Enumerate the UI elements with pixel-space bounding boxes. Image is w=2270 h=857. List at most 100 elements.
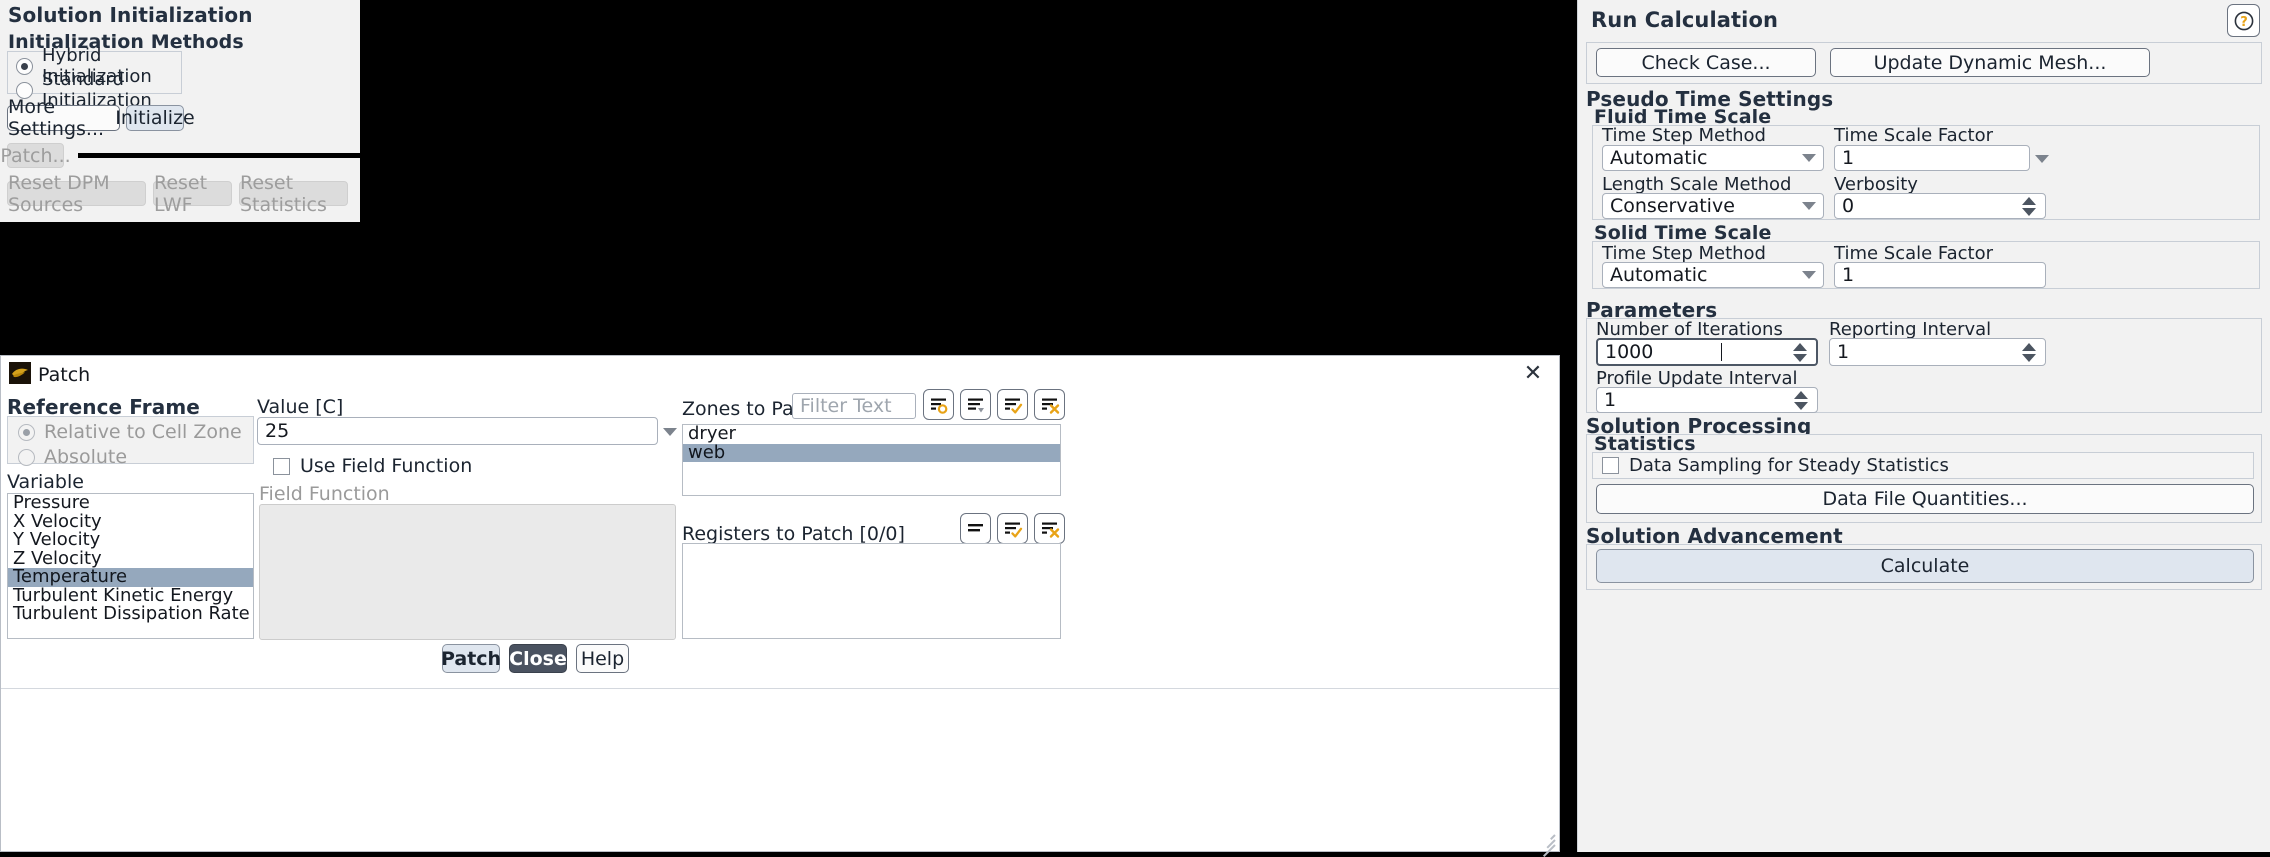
- number-of-iterations-input[interactable]: 1000: [1596, 338, 1818, 366]
- verbosity-value: 0: [1842, 195, 1855, 217]
- chevron-down-icon[interactable]: [2035, 155, 2049, 163]
- solid-time-scale-factor-label: Time Scale Factor: [1834, 243, 1994, 264]
- zones-filter-input[interactable]: Filter Text: [792, 393, 916, 419]
- list-filter-glyph: [930, 398, 947, 414]
- panel-divider: [78, 153, 360, 158]
- list-item[interactable]: Y Velocity: [8, 530, 253, 550]
- radio-button-icon: [18, 423, 35, 441]
- initialize-button[interactable]: Initialize: [115, 105, 195, 131]
- reporting-interval-input[interactable]: 1: [1829, 338, 2046, 366]
- list-item[interactable]: Temperature: [8, 567, 253, 587]
- iterations-value: 1000: [1605, 341, 1654, 363]
- patch-action-button[interactable]: Patch: [441, 644, 501, 673]
- zones-to-patch-listbox[interactable]: dryer web: [682, 424, 1061, 496]
- chevron-down-icon[interactable]: [663, 428, 677, 436]
- verbosity-input[interactable]: 0: [1834, 193, 2046, 219]
- deselect-all-icon[interactable]: [1034, 513, 1065, 544]
- close-icon[interactable]: ✕: [1519, 359, 1547, 387]
- field-function-label: Field Function: [259, 483, 390, 505]
- variable-label: Variable: [7, 471, 84, 493]
- patch-dialog-title: Patch: [38, 364, 91, 386]
- fluid-time-scale-factor-label: Time Scale Factor: [1834, 125, 1994, 146]
- radio-button-icon: [18, 448, 35, 466]
- patch-dialog: Patch ✕ Reference Frame Relative to Cell…: [0, 355, 1560, 857]
- deselect-all-glyph: [1041, 522, 1059, 538]
- registers-to-patch-label: Registers to Patch [0/0]: [682, 523, 905, 545]
- fluid-time-scale-factor-input[interactable]: 1: [1834, 145, 2030, 171]
- reference-frame-groupbox: Relative to Cell Zone Absolute: [7, 416, 254, 468]
- list-item[interactable]: Turbulent Dissipation Rate: [8, 604, 253, 624]
- length-scale-method-dropdown[interactable]: Conservative: [1602, 193, 1824, 219]
- list-item[interactable]: Pressure: [8, 494, 253, 513]
- close-button[interactable]: Close: [509, 644, 567, 673]
- list-filter-icon[interactable]: [923, 389, 954, 420]
- check-case-button[interactable]: Check Case...: [1596, 48, 1816, 77]
- use-field-function-label: Use Field Function: [300, 455, 473, 477]
- deselect-all-icon[interactable]: [1034, 389, 1065, 420]
- solution-initialization-title: Solution Initialization: [8, 3, 253, 27]
- dropdown-value: Conservative: [1610, 195, 1735, 217]
- fluent-hand-icon: [12, 368, 28, 378]
- registers-to-patch-listbox[interactable]: [682, 543, 1061, 639]
- profile-update-value: 1: [1604, 389, 1617, 411]
- data-file-quantities-button[interactable]: Data File Quantities...: [1596, 484, 2254, 514]
- spinner-icon[interactable]: [2022, 196, 2038, 216]
- reset-dpm-sources-button[interactable]: Reset DPM Sources: [7, 172, 146, 216]
- help-button[interactable]: Help: [576, 644, 629, 673]
- resize-grip[interactable]: [1535, 827, 1557, 857]
- profile-update-interval-label: Profile Update Interval: [1596, 368, 1798, 389]
- select-all-glyph: [1004, 522, 1022, 538]
- list-item[interactable]: web: [683, 443, 1060, 462]
- select-all-glyph: [1004, 398, 1022, 414]
- select-all-icon[interactable]: [997, 513, 1028, 544]
- dropdown-value: Automatic: [1610, 147, 1708, 169]
- spinner-icon[interactable]: [1794, 390, 1810, 410]
- solid-time-step-method-label: Time Step Method: [1602, 243, 1766, 264]
- number-of-iterations-label: Number of Iterations: [1596, 319, 1783, 340]
- text-caret: [1721, 343, 1723, 361]
- list-item[interactable]: dryer: [683, 425, 1060, 444]
- solution-initialization-panel: Solution Initialization Initialization M…: [0, 0, 360, 222]
- run-calculation-panel: Run Calculation ? Check Case... Update D…: [1577, 0, 2270, 852]
- solid-time-step-method-dropdown[interactable]: Automatic: [1602, 262, 1824, 288]
- list-dropdown-glyph: [967, 398, 984, 412]
- more-settings-button[interactable]: More Settings...: [7, 96, 120, 140]
- reporting-value: 1: [1837, 341, 1850, 363]
- use-field-function-checkbox[interactable]: Use Field Function: [273, 455, 472, 477]
- fluid-time-step-method-dropdown[interactable]: Automatic: [1602, 145, 1824, 171]
- radio-relative-to-cell-zone[interactable]: Relative to Cell Zone: [18, 419, 253, 445]
- length-scale-method-label: Length Scale Method: [1602, 174, 1792, 195]
- fluid-time-step-method-label: Time Step Method: [1602, 125, 1766, 146]
- svg-text:?: ?: [2240, 15, 2248, 30]
- spinner-icon[interactable]: [1792, 342, 1809, 362]
- reset-statistics-button[interactable]: Reset Statistics: [239, 172, 348, 216]
- select-all-icon[interactable]: [997, 389, 1028, 420]
- patch-button[interactable]: Patch...: [0, 143, 71, 168]
- variable-listbox[interactable]: Pressure X Velocity Y Velocity Z Velocity Te…: [7, 493, 254, 639]
- data-sampling-label: Data Sampling for Steady Statistics: [1629, 455, 1949, 476]
- profile-update-interval-input[interactable]: 1: [1596, 387, 1818, 413]
- value-input[interactable]: 25: [257, 417, 658, 445]
- data-sampling-checkbox[interactable]: Data Sampling for Steady Statistics: [1602, 455, 1949, 476]
- reset-lwf-button[interactable]: Reset LWF: [153, 172, 232, 216]
- checkbox-icon: [273, 457, 290, 475]
- radio-label: Absolute: [44, 446, 128, 468]
- update-dynamic-mesh-button[interactable]: Update Dynamic Mesh...: [1830, 48, 2150, 77]
- patch-app-icon: [9, 362, 31, 384]
- list-dropdown-icon[interactable]: [960, 389, 991, 420]
- spinner-icon[interactable]: [2022, 342, 2038, 362]
- help-circle-glyph: ?: [2234, 11, 2253, 30]
- field-function-listbox: [259, 504, 676, 640]
- chevron-down-icon: [1802, 202, 1816, 210]
- solid-time-scale-factor-input[interactable]: 1: [1834, 262, 2046, 288]
- help-icon[interactable]: ?: [2227, 4, 2260, 37]
- list-icon[interactable]: [960, 513, 991, 544]
- dialog-footer-divider: [1, 688, 1559, 689]
- verbosity-label: Verbosity: [1834, 174, 1918, 195]
- chevron-down-icon: [1802, 154, 1816, 162]
- calculate-button[interactable]: Calculate: [1596, 549, 2254, 583]
- value-label: Value [C]: [257, 396, 344, 418]
- checkbox-icon: [1602, 457, 1619, 474]
- initialization-methods-groupbox: Hybrid Initialization Standard Initializ…: [7, 45, 182, 111]
- radio-absolute[interactable]: Absolute: [18, 444, 253, 470]
